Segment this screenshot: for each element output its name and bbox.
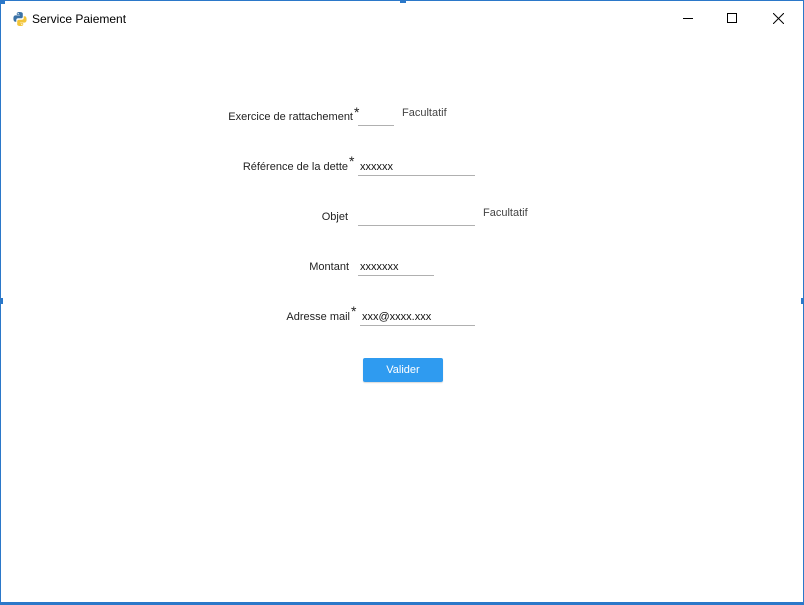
reference-input[interactable]: [358, 159, 475, 176]
right-resize-handle[interactable]: [801, 298, 803, 304]
exercice-label: Exercice de rattachement: [228, 111, 353, 123]
email-required-mark: *: [351, 303, 357, 319]
email-label: Adresse mail: [286, 311, 350, 323]
maximize-icon: [727, 13, 737, 23]
minimize-button[interactable]: [665, 1, 711, 35]
objet-label: Objet: [321, 211, 348, 223]
exercice-input[interactable]: [358, 109, 394, 126]
left-resize-handle[interactable]: [1, 298, 3, 304]
objet-hint: Facultatif: [483, 207, 528, 219]
maximize-button[interactable]: [709, 1, 755, 35]
minimize-icon: [683, 13, 693, 23]
python-icon: [12, 11, 28, 27]
valider-button[interactable]: Valider: [363, 358, 443, 382]
app-window: Service Paiement Exercice de rattachemen…: [0, 0, 804, 605]
email-input[interactable]: [360, 309, 475, 326]
montant-input[interactable]: [358, 259, 434, 276]
objet-input[interactable]: [358, 209, 475, 226]
close-icon: [772, 12, 784, 24]
montant-label: Montant: [309, 261, 349, 273]
title-bar[interactable]: Service Paiement: [1, 1, 803, 35]
close-button[interactable]: [755, 1, 801, 35]
exercice-hint: Facultatif: [402, 107, 447, 119]
top-resize-handle[interactable]: [400, 1, 406, 3]
window-title: Service Paiement: [32, 12, 127, 26]
reference-required-mark: *: [349, 153, 355, 169]
reference-label: Référence de la dette: [242, 161, 348, 173]
